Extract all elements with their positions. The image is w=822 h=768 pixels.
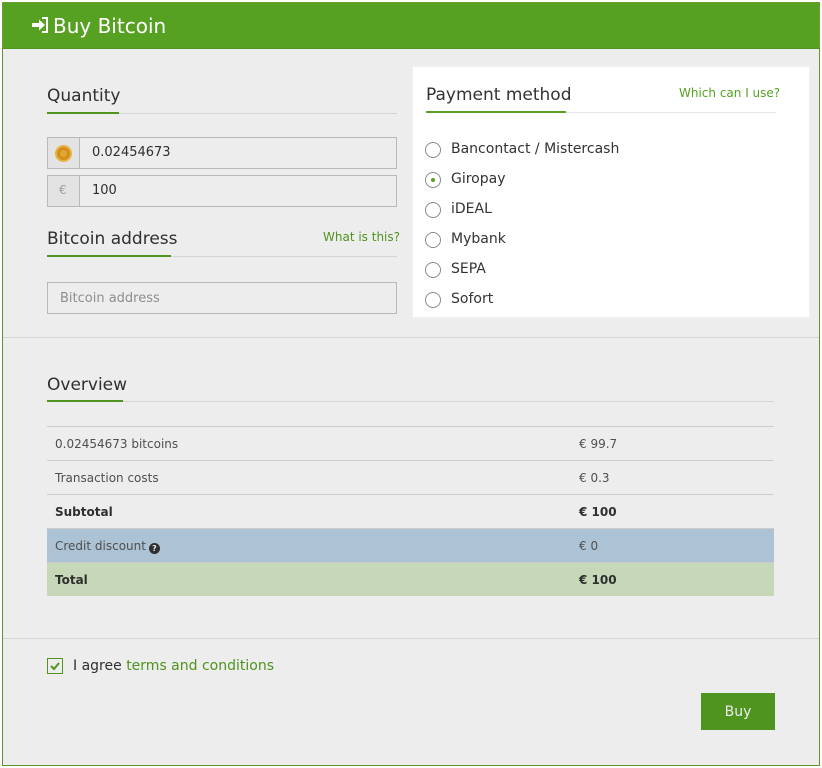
payment-option-label: Sofort [451, 291, 494, 307]
euro-icon: € [59, 183, 67, 197]
quantity-underline [47, 112, 119, 114]
payment-option-label: Bancontact / Mistercash [451, 141, 620, 157]
payment-underline [426, 111, 566, 113]
overview-table: 0.02454673 bitcoins € 99.7 Transaction c… [47, 426, 774, 596]
section-divider [3, 638, 819, 639]
credit-discount-row: Credit discount? € 0 [47, 528, 774, 562]
check-icon [50, 662, 60, 671]
payment-method-box: Payment method Which can I use? Banconta… [413, 67, 809, 317]
panel-header: Buy Bitcoin [3, 3, 819, 49]
row-label: 0.02454673 bitcoins [55, 437, 179, 451]
terms-link[interactable]: terms and conditions [126, 658, 274, 674]
total-row: Total € 100 [47, 562, 774, 596]
euro-amount-field[interactable]: € 100 [47, 175, 397, 207]
row-label: Subtotal [55, 505, 113, 519]
subtotal-row: Subtotal € 100 [47, 494, 774, 528]
euro-addon: € [48, 176, 80, 206]
address-title: Bitcoin address [47, 229, 178, 249]
agree-text: I agree terms and conditions [73, 658, 274, 674]
radio-button[interactable] [425, 202, 441, 218]
buy-button[interactable]: Buy [701, 693, 775, 730]
radio-button[interactable] [425, 292, 441, 308]
row-label: Total [55, 573, 88, 587]
row-value: € 0 [579, 539, 599, 553]
btc-amount-value: 0.02454673 [92, 145, 171, 160]
bitcoin-address-input[interactable] [47, 282, 397, 314]
payment-title: Payment method [426, 85, 572, 105]
radio-button[interactable] [425, 262, 441, 278]
btc-amount-field[interactable]: 0.02454673 [47, 137, 397, 169]
agree-checkbox[interactable] [47, 658, 63, 674]
page-title: Buy Bitcoin [53, 14, 167, 38]
question-circle-icon[interactable]: ? [148, 543, 160, 554]
payment-option-label: Mybank [451, 231, 506, 247]
overview-title: Overview [47, 375, 128, 395]
row-value: € 100 [579, 573, 617, 587]
radio-button[interactable] [425, 232, 441, 248]
which-can-i-use-link[interactable]: Which can I use? [679, 86, 780, 100]
row-value: € 0.3 [579, 471, 610, 485]
payment-option-label: SEPA [451, 261, 486, 277]
row-label: Transaction costs [55, 471, 159, 485]
section-divider [3, 337, 819, 338]
table-row: Transaction costs € 0.3 [47, 460, 774, 494]
sign-in-icon [32, 17, 48, 33]
agree-prefix: I agree [73, 658, 122, 674]
radio-button[interactable] [425, 142, 441, 158]
row-label: Credit discount [55, 539, 146, 553]
what-is-this-link[interactable]: What is this? [323, 230, 400, 244]
overview-underline [47, 400, 123, 402]
address-underline [47, 255, 171, 257]
btc-addon [48, 138, 80, 168]
euro-amount-value: 100 [92, 183, 117, 198]
row-value: € 99.7 [579, 437, 618, 451]
bitcoin-coin-icon [55, 145, 72, 162]
quantity-title: Quantity [47, 86, 121, 106]
payment-option-label: iDEAL [451, 201, 492, 217]
row-label-wrap: Credit discount? [55, 539, 160, 554]
radio-button-selected[interactable] [425, 172, 441, 188]
payment-option-label: Giropay [451, 171, 506, 187]
row-value: € 100 [579, 505, 617, 519]
overview-rule [47, 401, 774, 402]
table-row: 0.02454673 bitcoins € 99.7 [47, 426, 774, 460]
